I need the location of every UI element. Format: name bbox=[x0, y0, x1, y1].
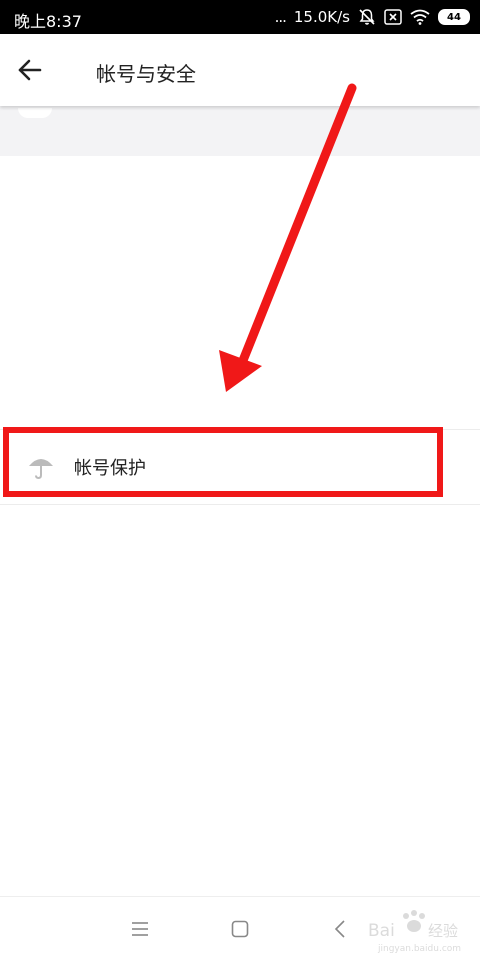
top-banner bbox=[0, 106, 480, 156]
network-speed: 15.0K/s bbox=[293, 8, 350, 26]
square-icon bbox=[231, 920, 249, 938]
page-title: 帐号与安全 bbox=[96, 62, 196, 86]
header: 帐号与安全 bbox=[0, 34, 480, 106]
menu-button[interactable] bbox=[126, 915, 154, 943]
status-dots: ... bbox=[274, 8, 287, 26]
banner-decoration bbox=[18, 108, 52, 118]
navigation-bar bbox=[0, 896, 480, 960]
sim-x-icon bbox=[384, 9, 402, 25]
menu-icon bbox=[132, 922, 148, 936]
arrow-left-icon bbox=[18, 59, 42, 81]
wifi-icon bbox=[410, 9, 430, 25]
status-time: 晚上8:37 bbox=[14, 12, 82, 31]
chevron-left-icon bbox=[334, 920, 345, 938]
back-button[interactable] bbox=[12, 52, 48, 88]
umbrella-icon bbox=[29, 459, 53, 480]
status-bar: 晚上8:37 ... 15.0K/s 44 bbox=[0, 0, 480, 34]
menu-item-label: 帐号保护 bbox=[74, 458, 146, 479]
status-indicators: ... 15.0K/s 44 bbox=[275, 6, 470, 28]
menu-item-account-protection[interactable]: 帐号保护 bbox=[0, 429, 480, 505]
mute-icon bbox=[359, 9, 375, 25]
nav-back-button[interactable] bbox=[326, 915, 354, 943]
screen: 晚上8:37 ... 15.0K/s 44 帐号与安全 帐号保护 Bai 经验 … bbox=[0, 0, 480, 960]
home-button[interactable] bbox=[226, 915, 254, 943]
battery-icon: 44 bbox=[438, 9, 470, 25]
